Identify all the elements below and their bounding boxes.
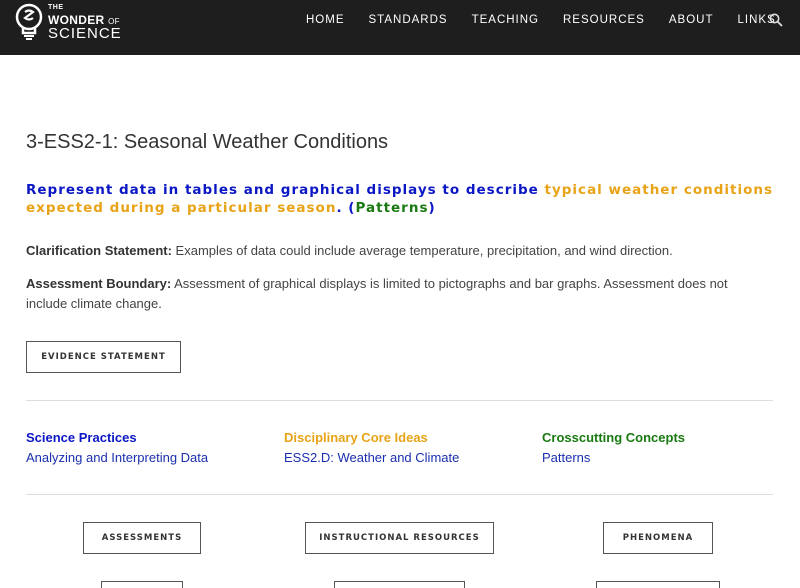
crosscutting-heading: Crosscutting Concepts — [542, 430, 686, 445]
science-practices-heading: Science Practices — [26, 430, 137, 445]
core-ideas-column: Disciplinary Core Ideas ESS2.D: Weather … — [284, 430, 459, 465]
logo-the: THE — [48, 4, 64, 11]
page-title: 3-ESS2-1: Seasonal Weather Conditions — [26, 131, 389, 153]
science-practices-link[interactable]: Analyzing and Interpreting Data — [26, 450, 208, 465]
pe-close-paren: ) — [428, 200, 436, 216]
menu-teaching[interactable]: TEACHING — [472, 14, 539, 26]
crosscutting-link[interactable]: Patterns — [542, 450, 685, 465]
pe-practice-text: Represent data in tables and graphical d… — [26, 182, 539, 198]
lightbulb-logo-icon — [15, 3, 43, 40]
clarification-statement: Clarification Statement: Examples of dat… — [26, 241, 766, 261]
performance-expectation: Represent data in tables and graphical d… — [26, 181, 776, 217]
search-icon[interactable] — [769, 13, 783, 27]
pe-crosscutting-text: Patterns — [355, 200, 429, 216]
divider-bottom — [26, 494, 773, 495]
assessment-boundary-label: Assessment Boundary: — [26, 276, 172, 291]
science-practices-column: Science Practices Analyzing and Interpre… — [26, 430, 208, 465]
clarification-text: Examples of data could include average t… — [175, 243, 673, 258]
pe-period: . — [336, 200, 343, 216]
phenomena-button[interactable]: PHENOMENA — [603, 522, 713, 554]
site-logo[interactable]: THE WONDER OF SCIENCE — [14, 3, 144, 43]
row2-button-center[interactable] — [334, 581, 465, 588]
assessments-button[interactable]: ASSESSMENTS — [83, 522, 201, 554]
menu-home[interactable]: HOME — [306, 14, 345, 26]
core-ideas-link[interactable]: ESS2.D: Weather and Climate — [284, 450, 459, 465]
clarification-label: Clarification Statement: — [26, 243, 172, 258]
menu-standards[interactable]: STANDARDS — [369, 14, 448, 26]
crosscutting-column: Crosscutting Concepts Patterns — [542, 430, 685, 465]
menu-about[interactable]: ABOUT — [669, 14, 714, 26]
top-nav: THE WONDER OF SCIENCE HOME STANDARDS TEA… — [0, 0, 800, 55]
main-menu: HOME STANDARDS TEACHING RESOURCES ABOUT … — [306, 14, 776, 26]
evidence-statement-button[interactable]: EVIDENCE STATEMENT — [26, 341, 181, 373]
assessment-boundary: Assessment Boundary: Assessment of graph… — [26, 274, 766, 314]
divider-top — [26, 400, 773, 401]
menu-resources[interactable]: RESOURCES — [563, 14, 645, 26]
row2-button-right[interactable] — [596, 581, 720, 588]
core-ideas-heading: Disciplinary Core Ideas — [284, 430, 428, 445]
logo-science: SCIENCE — [48, 25, 122, 42]
instructional-resources-button[interactable]: INSTRUCTIONAL RESOURCES — [305, 522, 494, 554]
row2-button-left[interactable] — [101, 581, 183, 588]
